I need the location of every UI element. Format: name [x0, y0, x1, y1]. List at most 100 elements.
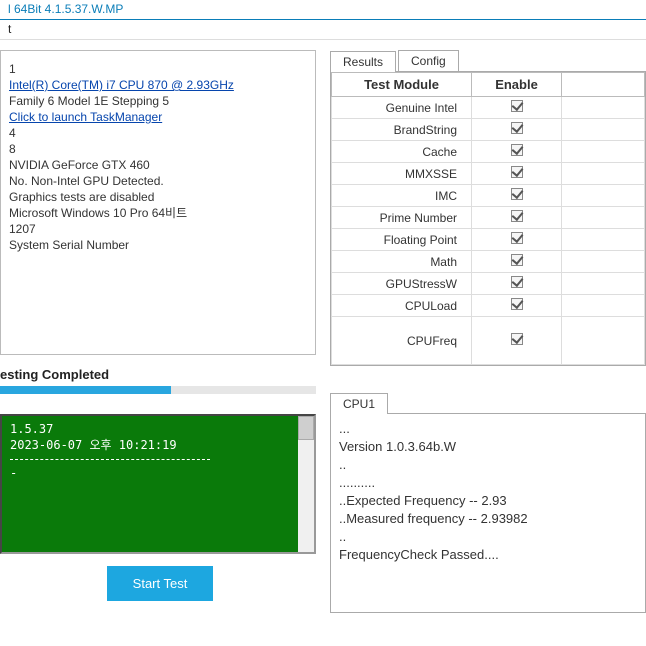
module-enable-cell: [472, 119, 562, 141]
info-line: No. Non-Intel GPU Detected.: [9, 173, 307, 189]
grid-header-row: Test Module Enable: [332, 73, 645, 97]
enable-checkbox[interactable]: [511, 210, 523, 222]
cpu-line: ...: [339, 420, 637, 438]
enable-checkbox[interactable]: [511, 166, 523, 178]
enable-checkbox[interactable]: [511, 122, 523, 134]
col-blank: [562, 73, 645, 97]
blank-cell: [562, 185, 645, 207]
info-line: 1: [9, 61, 307, 77]
module-enable-cell: [472, 207, 562, 229]
blank-cell: [562, 163, 645, 185]
cpu-panel: CPU1 ... Version 1.0.3.64b.W .. ........…: [330, 382, 646, 613]
table-row: Floating Point: [332, 229, 645, 251]
tab-config[interactable]: Config: [398, 50, 459, 71]
table-row: CPULoad: [332, 295, 645, 317]
enable-checkbox[interactable]: [511, 188, 523, 200]
tabstrip-cpu: CPU1: [330, 392, 646, 413]
window-title: l 64Bit 4.1.5.37.W.MP: [0, 0, 646, 20]
cpu-line: ..........: [339, 474, 637, 492]
blank-cell: [562, 141, 645, 163]
module-enable-cell: [472, 185, 562, 207]
blank-cell: [562, 229, 645, 251]
cpu-line: Version 1.0.3.64b.W: [339, 438, 637, 456]
console-divider: [10, 459, 210, 460]
enable-checkbox[interactable]: [511, 298, 523, 310]
tabstrip-top: Results Config: [330, 50, 646, 71]
blank-cell: [562, 317, 645, 365]
info-line: Family 6 Model 1E Stepping 5: [9, 93, 307, 109]
module-name-cell: Genuine Intel: [332, 97, 472, 119]
table-row: IMC: [332, 185, 645, 207]
console-line: 1.5.37: [10, 422, 306, 436]
module-enable-cell: [472, 229, 562, 251]
info-line: NVIDIA GeForce GTX 460: [9, 157, 307, 173]
console-output: 1.5.37 2023-06-07 오후 10:21:19 -: [0, 414, 316, 554]
enable-checkbox[interactable]: [511, 100, 523, 112]
col-module: Test Module: [332, 73, 472, 97]
info-line: Microsoft Windows 10 Pro 64비트: [9, 205, 307, 221]
module-enable-cell: [472, 251, 562, 273]
test-modules-grid: Test Module Enable Genuine IntelBrandStr…: [331, 72, 645, 365]
table-row: MMXSSE: [332, 163, 645, 185]
tab-results[interactable]: Results: [330, 51, 396, 72]
progress-fill: [0, 386, 171, 394]
cpu-line: ..Measured frequency -- 2.93982: [339, 510, 637, 528]
module-name-cell: CPULoad: [332, 295, 472, 317]
tab-cpu1[interactable]: CPU1: [330, 393, 388, 414]
table-row: GPUStressW: [332, 273, 645, 295]
console-line: 2023-06-07 오후 10:21:19: [10, 436, 306, 453]
col-enable: Enable: [472, 73, 562, 97]
cpu-line: ..: [339, 528, 637, 546]
enable-checkbox[interactable]: [511, 144, 523, 156]
taskmanager-link[interactable]: Click to launch TaskManager: [9, 110, 162, 124]
right-column: Results Config Test Module Enable Genuin…: [320, 40, 646, 646]
module-enable-cell: [472, 295, 562, 317]
status-area: esting Completed: [0, 367, 316, 400]
module-name-cell: MMXSSE: [332, 163, 472, 185]
enable-checkbox[interactable]: [511, 254, 523, 266]
info-line: 4: [9, 125, 307, 141]
left-column: 1 Intel(R) Core(TM) i7 CPU 870 @ 2.93GHz…: [0, 40, 320, 646]
cpu-output: ... Version 1.0.3.64b.W .. .......... ..…: [330, 413, 646, 613]
module-name-cell: IMC: [332, 185, 472, 207]
table-row: BrandString: [332, 119, 645, 141]
results-body: Test Module Enable Genuine IntelBrandStr…: [330, 71, 646, 366]
console-scrollbar[interactable]: [298, 416, 314, 552]
info-line: System Serial Number: [9, 237, 307, 253]
blank-cell: [562, 119, 645, 141]
results-panel: Results Config Test Module Enable Genuin…: [330, 40, 646, 366]
cpu-line: ..: [339, 456, 637, 474]
module-enable-cell: [472, 163, 562, 185]
module-enable-cell: [472, 317, 562, 365]
module-name-cell: Math: [332, 251, 472, 273]
enable-checkbox[interactable]: [511, 276, 523, 288]
cpu-link[interactable]: Intel(R) Core(TM) i7 CPU 870 @ 2.93GHz: [9, 78, 234, 92]
workarea: 1 Intel(R) Core(TM) i7 CPU 870 @ 2.93GHz…: [0, 40, 646, 646]
scrollbar-thumb[interactable]: [298, 416, 314, 440]
menu-fragment: t: [0, 20, 646, 40]
table-row: Cache: [332, 141, 645, 163]
blank-cell: [562, 207, 645, 229]
enable-checkbox[interactable]: [511, 232, 523, 244]
table-row: Genuine Intel: [332, 97, 645, 119]
progress-bar: [0, 386, 316, 394]
module-name-cell: Floating Point: [332, 229, 472, 251]
status-label: esting Completed: [0, 367, 316, 382]
enable-checkbox[interactable]: [511, 333, 523, 345]
module-name-cell: CPUFreq: [332, 317, 472, 365]
module-name-cell: GPUStressW: [332, 273, 472, 295]
blank-cell: [562, 295, 645, 317]
module-name-cell: BrandString: [332, 119, 472, 141]
cpu-line: FrequencyCheck Passed....: [339, 546, 637, 564]
system-info-box: 1 Intel(R) Core(TM) i7 CPU 870 @ 2.93GHz…: [0, 50, 316, 355]
module-enable-cell: [472, 273, 562, 295]
blank-cell: [562, 251, 645, 273]
module-name-cell: Prime Number: [332, 207, 472, 229]
module-enable-cell: [472, 141, 562, 163]
table-row: CPUFreq: [332, 317, 645, 365]
start-test-button[interactable]: Start Test: [107, 566, 214, 601]
info-line: 1207: [9, 221, 307, 237]
module-enable-cell: [472, 97, 562, 119]
button-row: Start Test: [0, 566, 320, 601]
console-line: -: [10, 466, 306, 480]
